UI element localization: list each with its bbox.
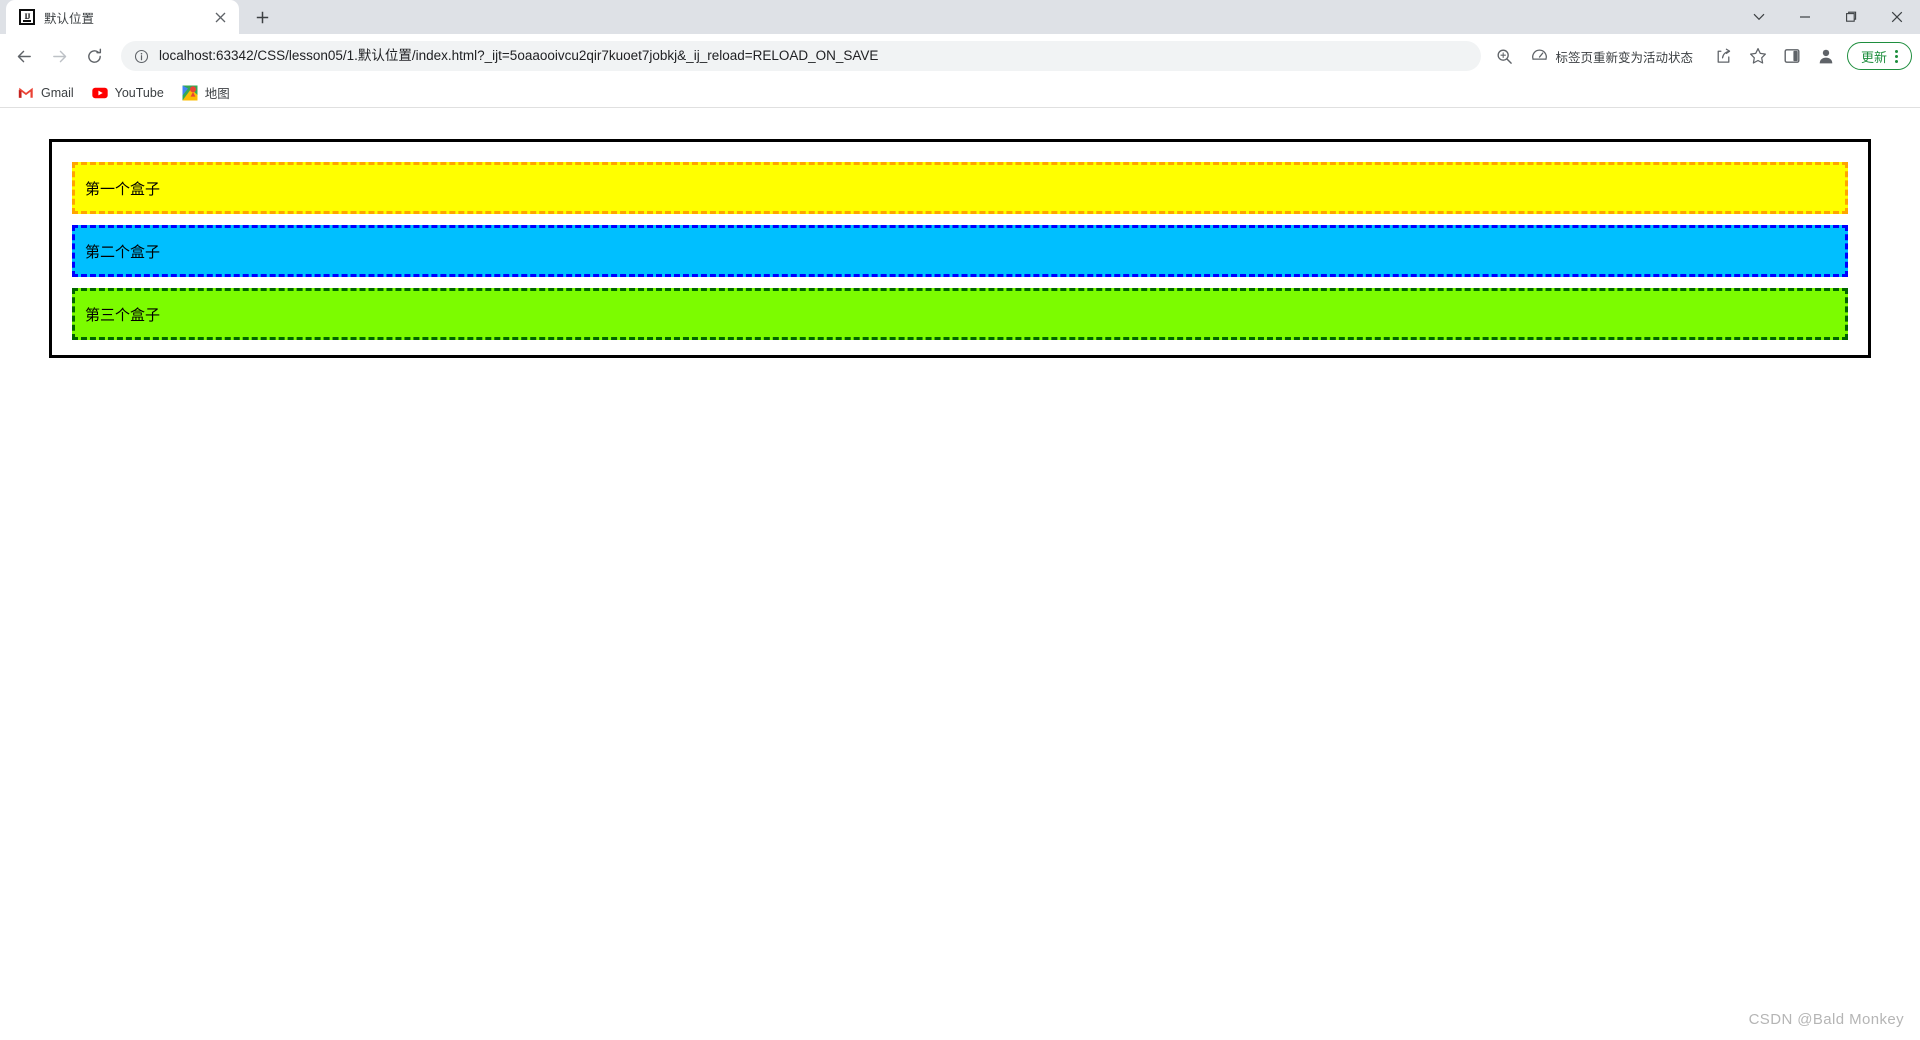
page-viewport: 第一个盒子 第二个盒子 第三个盒子 CSDN @Bald Monkey <box>0 108 1920 1040</box>
browser-tab[interactable]: IJ 默认位置 <box>6 0 239 34</box>
address-bar[interactable]: localhost:63342/CSS/lesson05/1.默认位置/inde… <box>121 41 1482 71</box>
bookmark-gmail[interactable]: Gmail <box>10 81 82 105</box>
box-second: 第二个盒子 <box>72 225 1848 277</box>
side-panel-icon[interactable] <box>1778 42 1806 70</box>
bookmark-gmail-label: Gmail <box>41 85 74 100</box>
tab-title: 默认位置 <box>44 11 95 26</box>
intellij-idea-icon: IJ <box>19 9 35 25</box>
site-info-icon[interactable] <box>133 48 149 64</box>
star-icon[interactable] <box>1744 42 1772 70</box>
performance-status-text: 标签页重新变为活动状态 <box>1555 50 1693 65</box>
zoom-in-icon[interactable] <box>1490 42 1518 70</box>
bookmark-maps[interactable]: 地图 <box>174 81 238 105</box>
box-third-label: 第三个盒子 <box>85 305 161 324</box>
gmail-icon <box>18 85 34 101</box>
update-button[interactable]: 更新 <box>1846 42 1912 70</box>
box-first-label: 第一个盒子 <box>85 179 161 198</box>
browser-toolbar: localhost:63342/CSS/lesson05/1.默认位置/inde… <box>0 34 1920 78</box>
bookmark-youtube-label: YouTube <box>114 85 164 100</box>
performance-status-pill[interactable]: 标签页重新变为活动状态 <box>1523 42 1705 70</box>
reload-button[interactable] <box>78 40 110 72</box>
back-button[interactable] <box>8 40 40 72</box>
bookmark-youtube[interactable]: YouTube <box>84 81 172 105</box>
window-controls <box>1736 0 1920 34</box>
google-maps-icon <box>182 85 198 101</box>
address-bar-url: localhost:63342/CSS/lesson05/1.默认位置/inde… <box>159 48 879 63</box>
update-button-label: 更新 <box>1860 49 1887 65</box>
watermark: CSDN @Bald Monkey <box>1748 1011 1904 1028</box>
box-second-label: 第二个盒子 <box>85 242 161 261</box>
maximize-icon[interactable] <box>1828 0 1874 34</box>
minimize-icon[interactable] <box>1782 0 1828 34</box>
bookmark-maps-label: 地图 <box>204 87 230 101</box>
share-icon[interactable] <box>1710 42 1738 70</box>
tab-search-chevron-down-icon[interactable] <box>1736 0 1782 34</box>
bookmarks-bar: Gmail YouTube 地图 <box>0 78 1920 108</box>
kebab-menu-icon[interactable] <box>1887 46 1905 66</box>
outer-container: 第一个盒子 第二个盒子 第三个盒子 <box>49 139 1871 358</box>
tab-strip: IJ 默认位置 <box>0 0 1920 34</box>
box-first: 第一个盒子 <box>72 162 1848 214</box>
box-third: 第三个盒子 <box>72 288 1848 340</box>
speedometer-icon <box>1531 48 1548 65</box>
new-tab-button[interactable] <box>247 2 277 32</box>
browser-window: IJ 默认位置 localhost:63342/CSS/lesson05/1.默… <box>0 0 1920 1040</box>
close-window-icon[interactable] <box>1874 0 1920 34</box>
close-icon[interactable] <box>210 7 230 27</box>
forward-button[interactable] <box>43 40 75 72</box>
profile-avatar-icon[interactable] <box>1813 43 1839 69</box>
youtube-icon <box>91 85 108 101</box>
